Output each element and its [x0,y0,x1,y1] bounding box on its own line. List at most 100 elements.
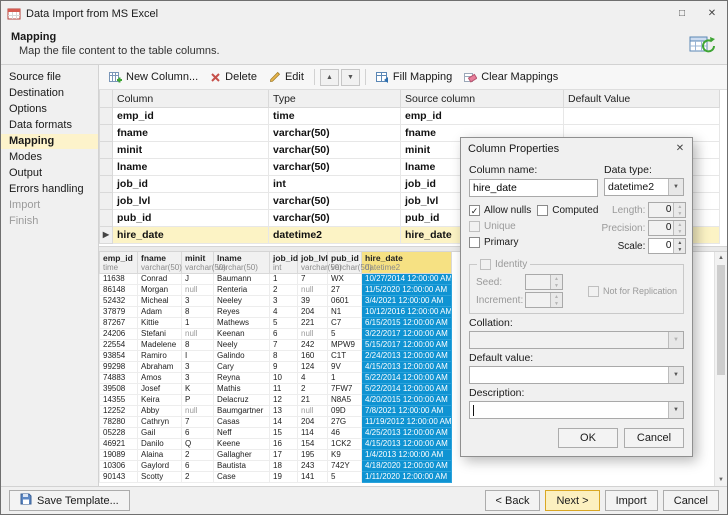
computed-checkbox[interactable]: Computed [537,202,598,218]
mapping-cell[interactable]: pub_id [113,210,269,227]
preview-cell[interactable]: 18 [270,461,298,472]
preview-cell[interactable]: Gail [138,428,182,439]
mapping-cell[interactable]: varchar(50) [269,193,401,210]
mapping-cell[interactable]: varchar(50) [269,159,401,176]
preview-cell[interactable]: C7 [328,318,362,329]
mapping-header-type[interactable]: Type [269,90,401,108]
row-selector[interactable]: ▶ [100,227,113,244]
preview-cell[interactable]: null [298,329,328,340]
sidebar-item-mapping[interactable]: Mapping [1,134,98,149]
preview-cell[interactable]: Baumgartner [214,406,270,417]
row-selector[interactable] [100,108,113,125]
next-button[interactable]: Next > [545,490,599,511]
sidebar-item-source-file[interactable]: Source file [1,70,98,85]
row-selector[interactable] [100,125,113,142]
preview-cell[interactable]: 141 [298,472,328,483]
preview-cell[interactable]: 5 [328,472,362,483]
mapping-cell[interactable]: fname [113,125,269,142]
preview-cell[interactable]: Abraham [138,362,182,373]
new-column-button[interactable]: New Column... [103,67,204,87]
preview-cell[interactable]: C1T [328,351,362,362]
preview-cell[interactable]: Neff [214,428,270,439]
preview-cell[interactable]: 10/12/2016 12:00:00 AM [362,307,452,318]
preview-cell[interactable]: 13 [270,406,298,417]
preview-cell[interactable]: 5/22/2014 12:00:00 AM [362,384,452,395]
preview-cell[interactable]: 1 [270,274,298,285]
preview-cell[interactable]: 27G [328,417,362,428]
edit-button[interactable]: Edit [263,67,310,87]
preview-cell[interactable]: 204 [298,417,328,428]
preview-cell[interactable]: 160 [298,351,328,362]
preview-cell[interactable]: Reyes [214,307,270,318]
preview-cell[interactable]: WX [328,274,362,285]
preview-cell[interactable]: Keene [214,439,270,450]
dialog-cancel-button[interactable]: Cancel [624,428,684,448]
preview-cell[interactable]: 17 [270,450,298,461]
preview-cell[interactable]: I [182,351,214,362]
preview-cell[interactable]: 99298 [100,362,138,373]
preview-cell[interactable]: Danilo [138,439,182,450]
move-up-button[interactable]: ▲ [320,69,339,86]
preview-cell[interactable]: 78280 [100,417,138,428]
preview-cell[interactable]: 14355 [100,395,138,406]
mapping-header-source-column[interactable]: Source column [401,90,564,108]
preview-cell[interactable]: 12 [270,395,298,406]
preview-cell[interactable]: 8 [182,340,214,351]
preview-cell[interactable]: Mathews [214,318,270,329]
preview-cell[interactable]: K9 [328,450,362,461]
preview-cell[interactable]: 3 [182,362,214,373]
preview-cell[interactable]: 4/15/2013 12:00:00 AM [362,362,452,373]
fill-mapping-button[interactable]: Fill Mapping [370,67,458,87]
preview-row[interactable]: 10306Gaylord6Bautista18243742Y4/18/2020 … [100,461,714,472]
preview-cell[interactable]: null [298,285,328,296]
preview-cell[interactable]: 4/18/2020 12:00:00 AM [362,461,452,472]
preview-cell[interactable]: 52432 [100,296,138,307]
preview-cell[interactable]: 195 [298,450,328,461]
preview-cell[interactable]: 1 [182,318,214,329]
preview-cell[interactable]: Renteria [214,285,270,296]
sidebar-item-output[interactable]: Output [1,166,98,181]
preview-cell[interactable]: Cary [214,362,270,373]
preview-cell[interactable]: MPW9 [328,340,362,351]
mapping-cell[interactable]: varchar(50) [269,125,401,142]
preview-cell[interactable]: 46921 [100,439,138,450]
preview-cell[interactable]: 4/15/2013 12:00:00 AM [362,439,452,450]
preview-cell[interactable]: Josef [138,384,182,395]
preview-cell[interactable]: 86148 [100,285,138,296]
preview-cell[interactable]: 2 [270,285,298,296]
preview-cell[interactable]: 742Y [328,461,362,472]
dialog-close-button[interactable]: ✕ [670,143,690,154]
preview-cell[interactable]: 7FW7 [328,384,362,395]
preview-cell[interactable]: 4/20/2015 12:00:00 AM [362,395,452,406]
preview-cell[interactable]: Galindo [214,351,270,362]
preview-cell[interactable]: 154 [298,439,328,450]
preview-cell[interactable]: Adam [138,307,182,318]
preview-cell[interactable]: Kittie [138,318,182,329]
mapping-cell[interactable]: lname [113,159,269,176]
row-selector[interactable] [100,159,113,176]
preview-cell[interactable]: 114 [298,428,328,439]
preview-cell[interactable]: 6 [182,428,214,439]
preview-cell[interactable]: Baumann [214,274,270,285]
sidebar-item-modes[interactable]: Modes [1,150,98,165]
preview-cell[interactable]: Alaina [138,450,182,461]
sidebar-item-options[interactable]: Options [1,102,98,117]
preview-header-job-lvl[interactable]: job_lvlvarchar(50) [298,252,328,274]
preview-cell[interactable]: 243 [298,461,328,472]
preview-cell[interactable]: null [182,406,214,417]
preview-cell[interactable]: 2 [182,472,214,483]
row-selector[interactable] [100,176,113,193]
preview-cell[interactable]: 0601 [328,296,362,307]
preview-cell[interactable]: 5/22/2014 12:00:00 AM [362,373,452,384]
preview-cell[interactable]: 6/15/2015 12:00:00 AM [362,318,452,329]
preview-cell[interactable]: 5 [270,318,298,329]
preview-cell[interactable]: Madelene [138,340,182,351]
preview-cell[interactable]: 1/4/2013 12:00:00 AM [362,450,452,461]
preview-cell[interactable]: 05228 [100,428,138,439]
description-input[interactable]: ▼ [469,401,684,419]
preview-cell[interactable]: 2 [298,384,328,395]
preview-header-job-id[interactable]: job_idint [270,252,298,274]
preview-cell[interactable]: 3/22/2017 12:00:00 AM [362,329,452,340]
preview-cell[interactable]: 10 [270,373,298,384]
preview-cell[interactable]: 2/24/2013 12:00:00 AM [362,351,452,362]
